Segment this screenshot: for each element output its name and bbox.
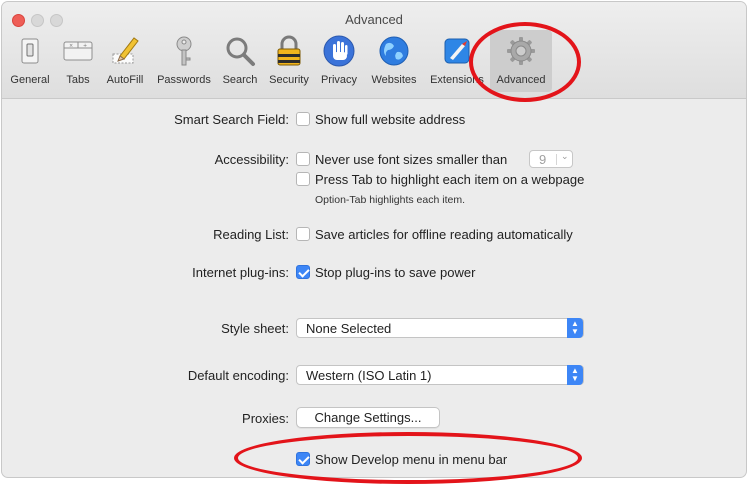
save-articles-offline-checkbox[interactable] — [296, 227, 310, 241]
magnifier-icon — [226, 37, 255, 66]
tab-extensions-label: Extensions — [430, 74, 484, 86]
show-full-address-checkbox[interactable] — [296, 112, 310, 126]
updown-arrows-icon: ▲ ▼ — [567, 365, 583, 385]
pencil-form-icon — [112, 37, 139, 64]
minimum-font-size-text: Never use font sizes smaller than — [315, 152, 508, 167]
tab-advanced[interactable]: Advanced — [490, 30, 552, 92]
tab-search-label: Search — [222, 74, 258, 86]
tab-advanced-label: Advanced — [496, 74, 546, 86]
show-full-address-text: Show full website address — [315, 112, 466, 127]
change-settings-button[interactable]: Change Settings... — [296, 407, 440, 428]
key-icon — [176, 36, 192, 66]
accessibility-label: Accessibility: — [214, 152, 289, 167]
font-size-value: 9 — [539, 152, 547, 167]
default-encoding-value: Western (ISO Latin 1) — [306, 368, 432, 383]
minimum-font-size-checkbox[interactable] — [296, 152, 310, 166]
svg-text:+: + — [83, 43, 87, 49]
preferences-window: Advanced General × + Tabs AutoFill Passw… — [2, 2, 746, 477]
tab-autofill[interactable]: AutoFill — [100, 30, 150, 92]
window-title: Advanced — [345, 12, 403, 27]
font-size-select[interactable]: 9 ⌄ — [529, 150, 573, 168]
svg-text:×: × — [69, 43, 73, 49]
tab-privacy-label: Privacy — [320, 74, 358, 86]
updown-arrows-icon: ▲ ▼ — [567, 318, 583, 338]
chevron-down-icon: ⌄ — [561, 151, 569, 161]
tab-search[interactable]: Search — [218, 30, 262, 92]
show-develop-menu-checkbox[interactable] — [296, 452, 310, 466]
internet-plugins-label: Internet plug-ins: — [192, 265, 289, 280]
stop-plugins-text: Stop plug-ins to save power — [315, 265, 476, 280]
press-tab-checkbox[interactable] — [296, 172, 310, 186]
general-switch-icon — [21, 38, 39, 64]
option-tab-note: Option-Tab highlights each item. — [315, 194, 465, 206]
style-sheet-label: Style sheet: — [221, 321, 289, 336]
save-articles-offline-text: Save articles for offline reading automa… — [315, 227, 573, 242]
default-encoding-label: Default encoding: — [187, 368, 289, 383]
smart-search-field-label: Smart Search Field: — [174, 112, 289, 127]
tab-passwords-label: Passwords — [157, 74, 211, 86]
press-tab-text: Press Tab to highlight each item on a we… — [315, 172, 585, 187]
tab-security[interactable]: Security — [264, 30, 314, 92]
hand-icon — [323, 35, 355, 67]
globe-icon — [379, 36, 409, 66]
tab-autofill-label: AutoFill — [106, 74, 144, 86]
toolbar: Advanced General × + Tabs AutoFill Passw… — [2, 2, 746, 99]
tab-tabs-label: Tabs — [66, 74, 90, 86]
show-develop-menu-text: Show Develop menu in menu bar — [315, 452, 508, 467]
tab-passwords[interactable]: Passwords — [152, 30, 216, 92]
stop-plugins-checkbox[interactable] — [296, 265, 310, 279]
padlock-icon — [277, 35, 301, 66]
tab-extensions[interactable]: Extensions — [426, 30, 488, 92]
tab-general[interactable]: General — [4, 30, 56, 92]
reading-list-label: Reading List: — [213, 227, 289, 242]
proxies-label: Proxies: — [242, 411, 289, 426]
tab-websites-label: Websites — [371, 74, 417, 86]
tab-websites[interactable]: Websites — [364, 30, 424, 92]
default-encoding-select[interactable]: Western (ISO Latin 1) ▲ ▼ — [296, 365, 584, 385]
tab-general-label: General — [10, 74, 50, 86]
puzzle-extension-icon — [444, 38, 470, 64]
style-sheet-select[interactable]: None Selected ▲ ▼ — [296, 318, 584, 338]
tabs-icon: × + — [63, 41, 93, 61]
tab-security-label: Security — [269, 74, 309, 86]
tab-privacy[interactable]: Privacy — [316, 30, 362, 92]
style-sheet-value: None Selected — [306, 321, 392, 336]
tab-tabs[interactable]: × + Tabs — [58, 30, 98, 92]
gear-icon — [507, 37, 535, 65]
